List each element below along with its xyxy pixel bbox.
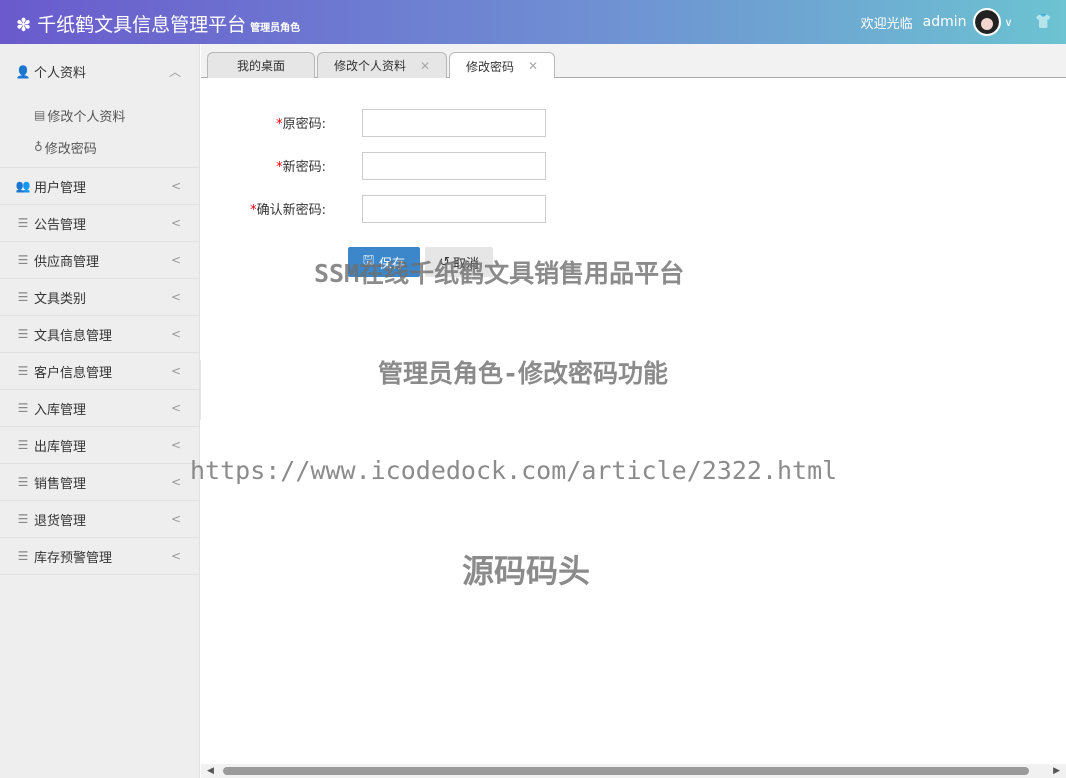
chevron-left-icon: <: [170, 512, 181, 526]
confirm-password-row: *确认新密码:: [201, 194, 546, 223]
close-icon[interactable]: ✕: [528, 59, 538, 73]
old-password-label-text: 原密码:: [282, 117, 326, 132]
sidebar-item-profile[interactable]: 👤 个人资料 ︿: [0, 44, 199, 99]
sidebar-item-label: 文具类别: [34, 291, 87, 307]
tab-edit-profile[interactable]: 修改个人资料 ✕: [317, 52, 447, 78]
welcome-text: 欢迎光临: [860, 16, 913, 32]
close-icon[interactable]: ✕: [420, 59, 430, 73]
main-content: *原密码: *新密码: *确认新密码: 🖫 保存 ↺ 取消: [201, 78, 1066, 764]
list-icon: ☰: [17, 512, 29, 526]
chevron-left-icon: <: [170, 179, 181, 193]
confirm-password-label: *确认新密码:: [201, 199, 326, 218]
list-icon: ☰: [17, 438, 29, 452]
brand: ✽ 千纸鹤文具信息管理平台 管理员角色: [16, 10, 300, 37]
avatar-face: [974, 10, 999, 34]
sidebar-item-stock-alert[interactable]: ☰ 库存预警管理 <: [0, 538, 199, 575]
list-icon: ☰: [17, 475, 29, 489]
confirm-password-label-text: 确认新密码:: [256, 203, 326, 218]
confirm-password-field[interactable]: [362, 194, 546, 223]
sidebar-item-users[interactable]: 👥 用户管理 <: [0, 168, 199, 205]
chevron-up-icon: ︿: [168, 65, 181, 79]
sidebar-item-stock-in[interactable]: ☰ 入库管理 <: [0, 390, 199, 427]
chevron-down-icon[interactable]: ∨: [1005, 16, 1013, 29]
list-icon: ☰: [17, 364, 29, 378]
list-icon: ☰: [17, 290, 29, 304]
tshirt-icon[interactable]: 👕: [1035, 14, 1052, 30]
chevron-left-icon: <: [170, 475, 181, 489]
sidebar-item-label: 个人资料: [34, 66, 87, 81]
chevron-left-icon: <: [170, 364, 181, 378]
sidebar-item-label: 客户信息管理: [34, 365, 113, 381]
sidebar-item-label: 文具信息管理: [34, 328, 113, 344]
app-title: 千纸鹤文具信息管理平台: [37, 14, 247, 36]
new-password-label-text: 新密码:: [282, 160, 326, 175]
profile-submenu: ▤ 修改个人资料 ♁ 修改密码: [0, 99, 199, 168]
tab-desktop[interactable]: 我的桌面: [207, 52, 315, 78]
sidebar-item-suppliers[interactable]: ☰ 供应商管理 <: [0, 242, 199, 279]
list-icon: ☰: [17, 253, 29, 267]
sidebar-item-stationery[interactable]: ☰ 文具信息管理 <: [0, 316, 199, 353]
sidebar-item-label: 退货管理: [34, 513, 87, 529]
old-password-field[interactable]: [362, 108, 546, 137]
username[interactable]: admin: [923, 14, 967, 30]
chevron-left-icon: <: [170, 253, 181, 267]
tab-label: 修改密码: [465, 59, 514, 74]
person-icon: 👤: [15, 64, 31, 79]
users-icon: 👥: [15, 179, 31, 193]
user-area: 欢迎光临 admin ∨ 👕: [861, 8, 1052, 36]
sidebar-item-label: 出库管理: [34, 439, 87, 455]
new-password-row: *新密码:: [201, 151, 546, 180]
gear-flower-icon: ✽: [16, 15, 32, 36]
new-password-field[interactable]: [362, 151, 546, 180]
edit-icon: ▤: [34, 108, 46, 122]
watermark-url: https://www.icodedock.com/article/2322.h…: [190, 456, 838, 485]
horizontal-scrollbar[interactable]: ◀ ▶: [201, 764, 1066, 778]
avatar[interactable]: [972, 8, 1001, 36]
top-header: ✽ 千纸鹤文具信息管理平台 管理员角色 欢迎光临 admin ∨ 👕: [0, 0, 1066, 44]
list-icon: ☰: [17, 549, 29, 563]
list-icon: ☰: [17, 327, 29, 341]
new-password-label: *新密码:: [201, 156, 326, 175]
sidebar: 👤 个人资料 ︿ ▤ 修改个人资料 ♁ 修改密码 👥 用户管理 < ☰ 公告管理…: [0, 44, 200, 778]
submenu-label: 修改个人资料: [47, 109, 126, 125]
key-icon: ♁: [34, 140, 43, 154]
chevron-left-icon: <: [170, 401, 181, 415]
scroll-right-icon[interactable]: ▶: [1053, 764, 1060, 778]
old-password-label: *原密码:: [201, 113, 326, 132]
chevron-left-icon: <: [170, 549, 181, 563]
chevron-left-icon: <: [170, 438, 181, 452]
watermark-source: 源码码头: [462, 552, 591, 590]
role-subtitle: 管理员角色: [250, 23, 301, 34]
scrollbar-thumb[interactable]: [223, 767, 1029, 775]
tab-label: 修改个人资料: [333, 59, 406, 73]
submenu-label: 修改密码: [44, 141, 97, 157]
tab-label: 我的桌面: [236, 59, 285, 73]
sidebar-item-label: 销售管理: [34, 476, 87, 492]
submenu-change-password[interactable]: ♁ 修改密码: [0, 131, 199, 163]
sidebar-item-label: 库存预警管理: [34, 550, 113, 566]
tab-bar: 我的桌面 修改个人资料 ✕ 修改密码 ✕: [201, 44, 1066, 79]
sidebar-item-label: 公告管理: [34, 217, 87, 233]
sidebar-item-categories[interactable]: ☰ 文具类别 <: [0, 279, 199, 316]
watermark-subtitle: 管理员角色-修改密码功能: [378, 359, 669, 388]
sidebar-item-returns[interactable]: ☰ 退货管理 <: [0, 501, 199, 538]
chevron-left-icon: <: [170, 216, 181, 230]
sidebar-item-label: 供应商管理: [34, 254, 100, 270]
sidebar-item-label: 用户管理: [34, 180, 87, 196]
tab-change-password[interactable]: 修改密码 ✕: [449, 52, 555, 79]
scroll-left-icon[interactable]: ◀: [207, 764, 214, 778]
list-icon: ☰: [17, 216, 29, 230]
list-icon: ☰: [17, 401, 29, 415]
sidebar-item-customers[interactable]: ☰ 客户信息管理 <: [0, 353, 199, 390]
sidebar-item-notices[interactable]: ☰ 公告管理 <: [0, 205, 199, 242]
sidebar-item-stock-out[interactable]: ☰ 出库管理 <: [0, 427, 199, 464]
old-password-row: *原密码:: [201, 108, 546, 137]
sidebar-item-sales[interactable]: ☰ 销售管理 <: [0, 464, 199, 501]
sidebar-item-label: 入库管理: [34, 402, 87, 418]
chevron-left-icon: <: [170, 290, 181, 304]
chevron-left-icon: <: [170, 327, 181, 341]
submenu-edit-profile[interactable]: ▤ 修改个人资料: [0, 99, 199, 131]
watermark-title: SSM在线千纸鹤文具销售用品平台: [314, 259, 685, 288]
